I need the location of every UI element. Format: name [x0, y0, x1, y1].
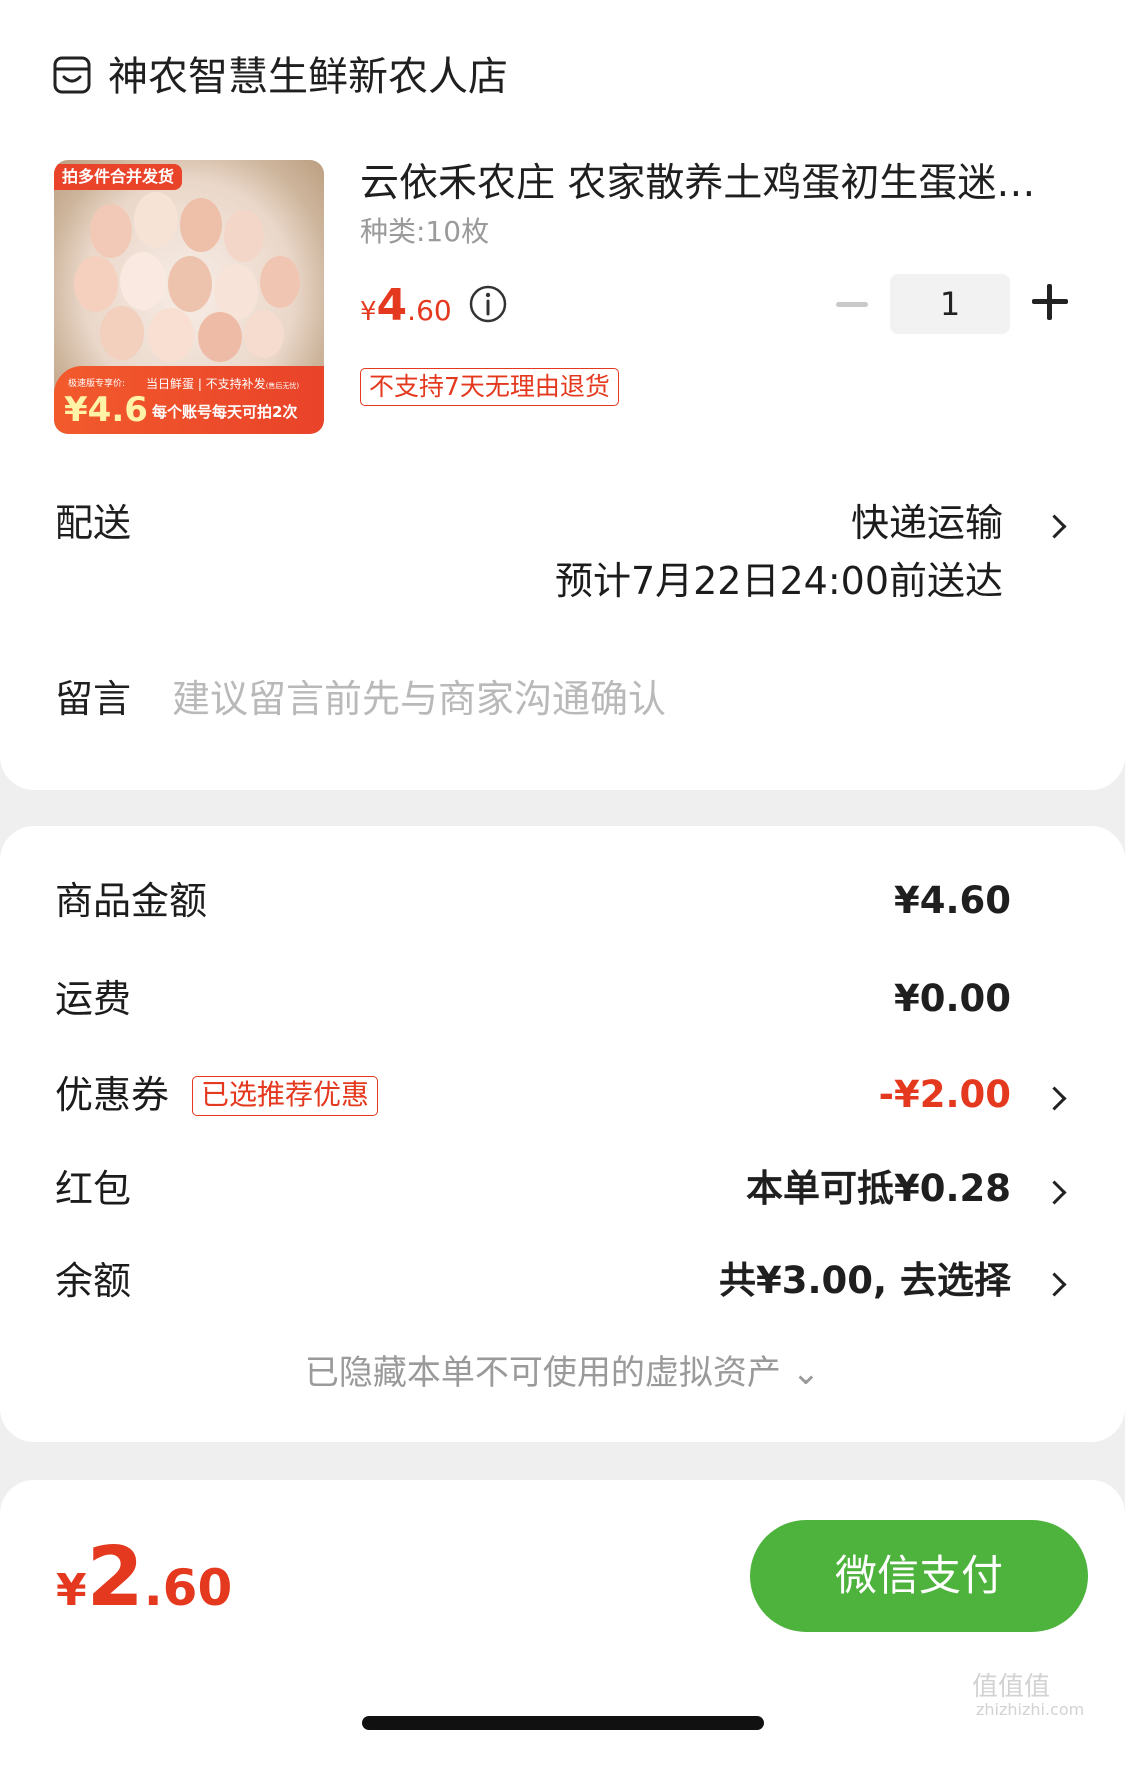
- redpacket-value[interactable]: 本单可抵¥0.28: [746, 1164, 1011, 1214]
- image-small-label: 极速版专享价:: [68, 379, 126, 389]
- store-icon: [53, 56, 91, 94]
- message-input[interactable]: [172, 668, 1052, 730]
- quantity-input[interactable]: 1: [890, 274, 1010, 334]
- goods-amount-label: 商品金额: [55, 879, 208, 923]
- image-price: ¥4.6: [64, 390, 148, 430]
- quantity-decrease-button[interactable]: [836, 302, 868, 307]
- balance-chevron-icon[interactable]: [1042, 1264, 1072, 1304]
- redpacket-label: 红包: [55, 1167, 132, 1211]
- info-icon[interactable]: [468, 284, 508, 324]
- image-tag-line1: 当日鲜蛋 | 不支持补发(售后无忧): [146, 377, 300, 391]
- coupon-chevron-icon[interactable]: [1042, 1078, 1072, 1118]
- product-image[interactable]: 拍多件合并发货 极速版专享价: ¥4.6 当日鲜蛋 | 不支持补发(售后无忧) …: [54, 160, 324, 434]
- balance-label: 余额: [55, 1259, 132, 1303]
- shipping-label: 运费: [55, 977, 132, 1021]
- product-price: ¥4.60: [360, 280, 452, 331]
- product-spec[interactable]: 种类:10枚: [360, 212, 489, 252]
- quantity-increase-button[interactable]: [1032, 284, 1068, 320]
- watermark-url: zhizhizhi.com: [976, 1700, 1085, 1719]
- delivery-eta: 预计7月22日24:00前送达: [554, 559, 1003, 603]
- product-title[interactable]: 云依禾农庄 农家散养土鸡蛋初生蛋迷你鸡蛋: [360, 158, 1060, 210]
- image-tag-line2: 每个账号每天可拍2次: [152, 403, 298, 421]
- total-price: ¥2.60: [56, 1530, 233, 1625]
- hidden-assets-toggle[interactable]: 已隐藏本单不可使用的虚拟资产 ⌄: [0, 1350, 1125, 1396]
- balance-value[interactable]: 共¥3.00, 去选择: [719, 1256, 1011, 1306]
- delivery-method[interactable]: 快递运输: [851, 498, 1003, 548]
- coupon-label: 优惠券: [55, 1073, 170, 1117]
- message-label: 留言: [55, 677, 132, 721]
- delivery-chevron-icon[interactable]: [1042, 506, 1072, 546]
- delivery-label: 配送: [55, 501, 132, 545]
- store-name[interactable]: 神农智慧生鲜新农人店: [108, 50, 508, 104]
- coupon-value[interactable]: -¥2.00: [879, 1070, 1011, 1120]
- redpacket-chevron-icon[interactable]: [1042, 1172, 1072, 1212]
- watermark-logo: 值值值: [972, 1672, 1051, 1702]
- goods-amount-value: ¥4.60: [893, 879, 1011, 922]
- shipping-value: ¥0.00: [893, 977, 1011, 1020]
- wechat-pay-button[interactable]: 微信支付: [750, 1520, 1088, 1632]
- return-policy-tag: 不支持7天无理由退货: [360, 368, 619, 406]
- coupon-recommended-tag: 已选推荐优惠: [192, 1076, 379, 1116]
- home-indicator[interactable]: [362, 1716, 764, 1730]
- image-badge: 拍多件合并发货: [54, 164, 183, 190]
